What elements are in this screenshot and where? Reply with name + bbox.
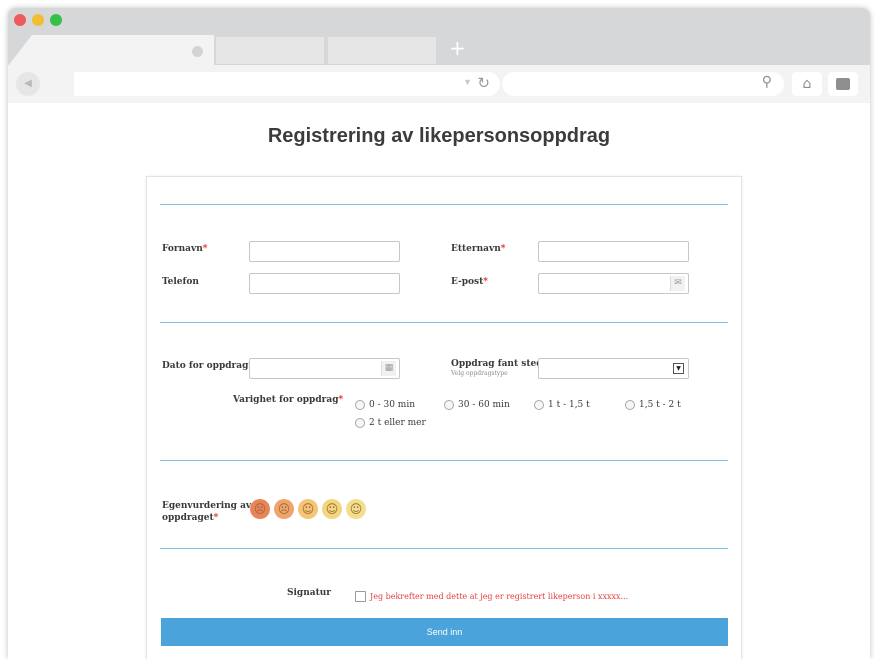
radio-icon[interactable] bbox=[534, 400, 544, 410]
fornavn-field[interactable] bbox=[249, 241, 400, 262]
select-arrow-icon[interactable]: ▼ bbox=[673, 363, 684, 374]
sted-label: Oppdrag fant sted* bbox=[451, 359, 547, 369]
section-divider bbox=[160, 322, 728, 323]
telefon-field[interactable] bbox=[249, 273, 400, 294]
url-bar[interactable]: ▼ ↻ bbox=[74, 72, 500, 96]
neutral-face-icon[interactable]: ☺ bbox=[298, 499, 318, 519]
epost-field[interactable]: ✉ bbox=[538, 273, 689, 294]
smile-face-icon[interactable]: ☺ bbox=[322, 499, 342, 519]
radio-icon[interactable] bbox=[444, 400, 454, 410]
epost-label: E-post* bbox=[451, 277, 489, 287]
section-divider bbox=[160, 548, 728, 549]
happy-face-icon[interactable]: ☺ bbox=[346, 499, 366, 519]
section-divider bbox=[160, 204, 728, 205]
sted-select[interactable]: ▼ bbox=[538, 358, 689, 379]
browser-window: + ◀ ▼ ↻ ⚲ ⌂ Registrering av likepersonso… bbox=[8, 8, 870, 659]
radio-icon[interactable] bbox=[625, 400, 635, 410]
etternavn-field[interactable] bbox=[538, 241, 689, 262]
varighet-option-2[interactable]: 30 - 60 min bbox=[444, 400, 510, 410]
reload-icon[interactable]: ↻ bbox=[477, 74, 490, 92]
tab-active[interactable] bbox=[8, 35, 214, 66]
search-icon[interactable]: ⚲ bbox=[762, 74, 772, 90]
close-window-button[interactable] bbox=[14, 14, 26, 26]
fornavn-label: Fornavn* bbox=[162, 244, 208, 254]
etternavn-label: Etternavn* bbox=[451, 244, 506, 254]
page-viewport: Registrering av likepersonsoppdrag Forna… bbox=[8, 103, 870, 659]
browser-toolbar: ◀ ▼ ↻ ⚲ ⌂ bbox=[8, 65, 870, 103]
maximize-window-button[interactable] bbox=[50, 14, 62, 26]
submit-button[interactable]: Send inn bbox=[161, 618, 728, 646]
varighet-option-1[interactable]: 0 - 30 min bbox=[355, 400, 415, 410]
dato-label: Dato for oppdrag* bbox=[162, 361, 253, 371]
home-icon[interactable]: ⌂ bbox=[792, 72, 822, 96]
envelope-icon: ✉ bbox=[670, 276, 685, 291]
browser-search-input[interactable]: ⚲ bbox=[502, 72, 784, 96]
radio-icon[interactable] bbox=[355, 418, 365, 428]
tab-inactive-2[interactable] bbox=[328, 37, 436, 64]
varighet-label: Varighet for oppdrag* bbox=[233, 395, 344, 405]
varighet-option-4[interactable]: 1,5 t - 2 t bbox=[625, 400, 681, 410]
egenvurdering-label: Egenvurdering av oppdraget* bbox=[162, 501, 252, 523]
calendar-icon[interactable]: ▦ bbox=[381, 361, 396, 376]
back-arrow-icon[interactable]: ◀ bbox=[16, 72, 40, 96]
sted-sublabel: Velg oppdragstype bbox=[451, 370, 508, 377]
varighet-option-3[interactable]: 1 t - 1,5 t bbox=[534, 400, 590, 410]
sad-face-icon[interactable]: ☹ bbox=[274, 499, 294, 519]
signatur-label: Signatur bbox=[287, 588, 332, 598]
tab-close-icon[interactable] bbox=[192, 46, 203, 57]
dato-field[interactable]: ▦ bbox=[249, 358, 400, 379]
window-controls bbox=[14, 14, 62, 26]
tab-strip: + bbox=[8, 35, 870, 66]
signatur-checkbox[interactable] bbox=[355, 591, 366, 602]
signatur-confirm-text: Jeg bekrefter med dette at jeg er regist… bbox=[370, 592, 629, 601]
radio-icon[interactable] bbox=[355, 400, 365, 410]
varighet-option-5[interactable]: 2 t eller mer bbox=[355, 418, 426, 428]
telefon-label: Telefon bbox=[162, 277, 199, 287]
section-divider bbox=[160, 460, 728, 461]
menu-icon[interactable] bbox=[828, 72, 858, 96]
url-dropdown-icon[interactable]: ▼ bbox=[463, 77, 472, 87]
tab-inactive-1[interactable] bbox=[216, 37, 324, 64]
registration-form: Fornavn* Etternavn* Telefon E-post* ✉ Da… bbox=[146, 176, 742, 659]
very-sad-face-icon[interactable]: ☹ bbox=[250, 499, 270, 519]
new-tab-button[interactable]: + bbox=[449, 36, 466, 60]
page-title: Registrering av likepersonsoppdrag bbox=[267, 125, 611, 147]
minimize-window-button[interactable] bbox=[32, 14, 44, 26]
